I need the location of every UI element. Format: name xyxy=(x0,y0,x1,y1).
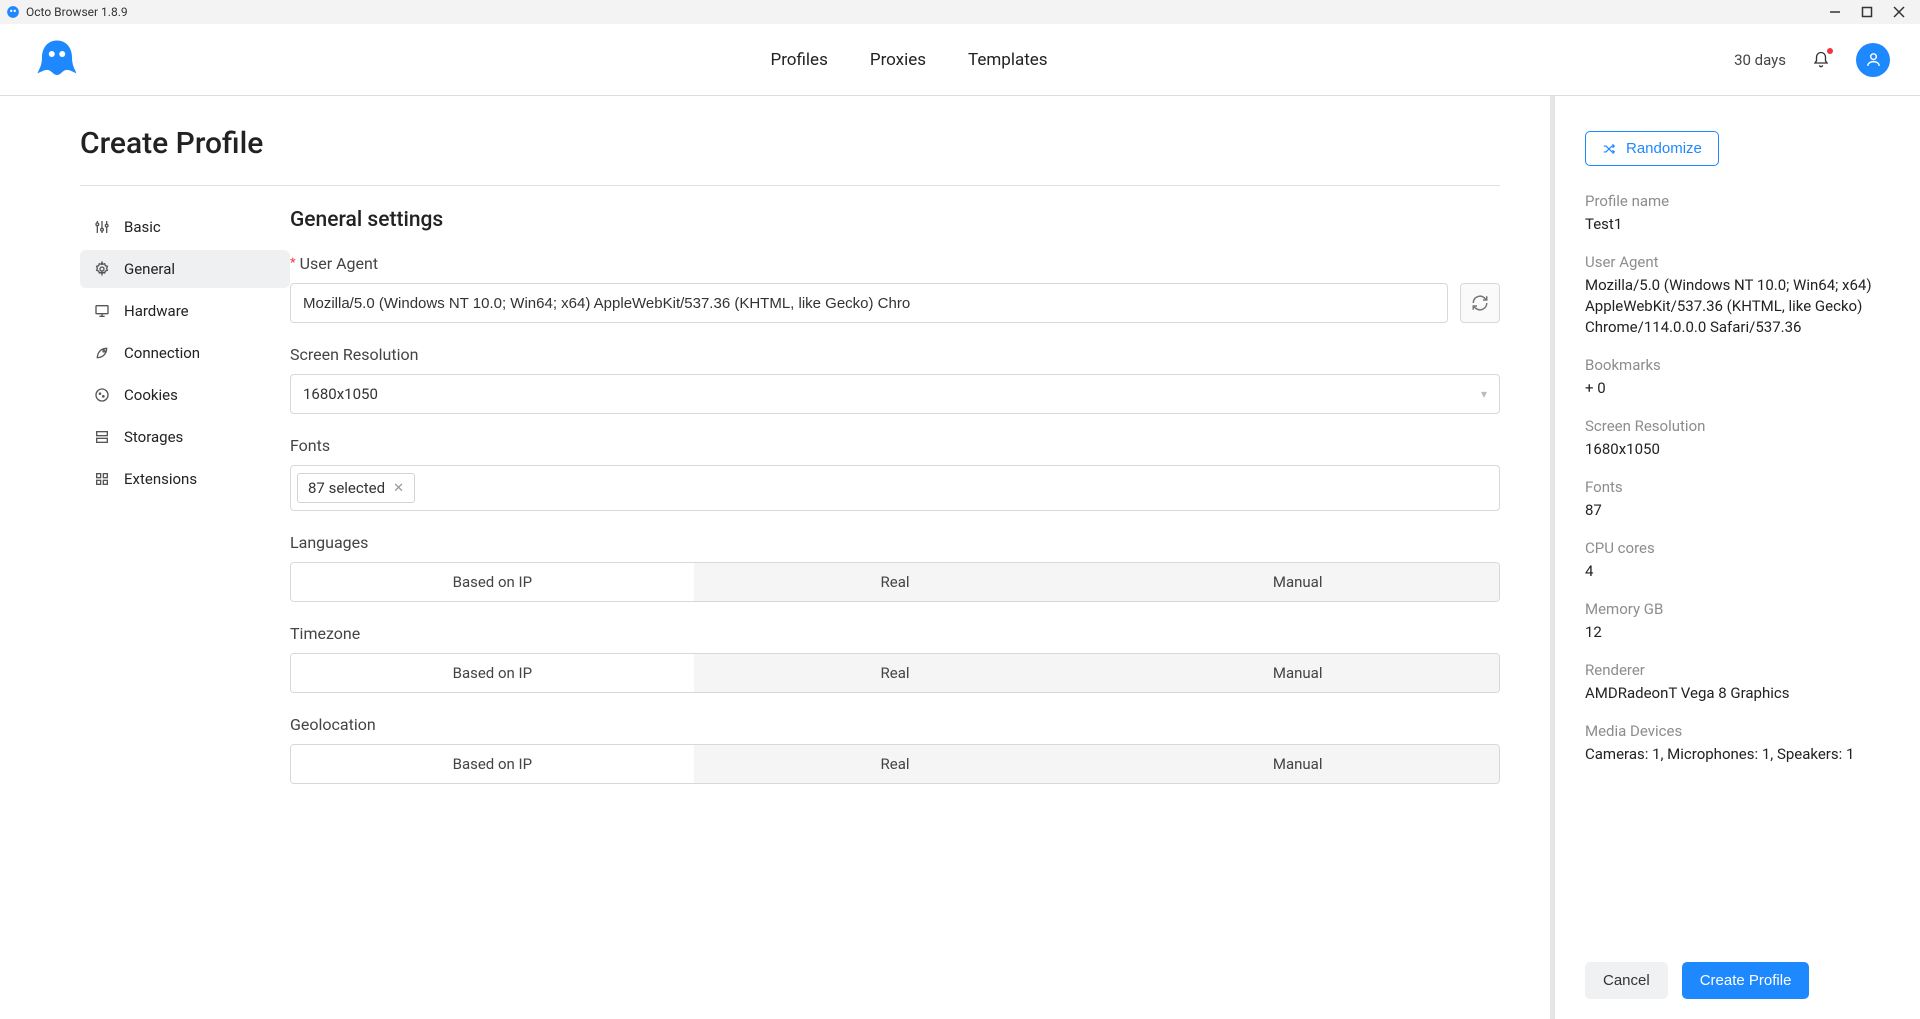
gear-icon xyxy=(94,261,110,277)
summary-label: Memory GB xyxy=(1585,600,1890,618)
geolocation-option-manual[interactable]: Manual xyxy=(1096,745,1499,783)
sidebar-item-connection[interactable]: Connection xyxy=(80,334,290,372)
sidebar-item-hardware[interactable]: Hardware xyxy=(80,292,290,330)
summary-user-agent: Mozilla/5.0 (Windows NT 10.0; Win64; x64… xyxy=(1585,275,1890,338)
sidebar-item-storages[interactable]: Storages xyxy=(80,418,290,456)
nav-profiles[interactable]: Profiles xyxy=(770,50,827,70)
logo xyxy=(30,36,84,84)
sliders-icon xyxy=(94,219,110,235)
select-value: 1680x1050 xyxy=(303,385,378,403)
summary-label: Bookmarks xyxy=(1585,356,1890,374)
sidebar-item-label: Cookies xyxy=(124,386,178,404)
languages-option-manual[interactable]: Manual xyxy=(1096,563,1499,601)
main-nav: Profiles Proxies Templates xyxy=(770,50,1047,70)
days-remaining: 30 days xyxy=(1734,51,1786,69)
summary-label: Media Devices xyxy=(1585,722,1890,740)
notification-dot-icon xyxy=(1827,48,1833,54)
nav-proxies[interactable]: Proxies xyxy=(870,50,926,70)
randomize-button[interactable]: Randomize xyxy=(1585,131,1719,166)
summary-label: Fonts xyxy=(1585,478,1890,496)
summary-label: Profile name xyxy=(1585,192,1890,210)
rocket-icon xyxy=(94,345,110,361)
languages-option-based-on-ip[interactable]: Based on IP xyxy=(291,563,694,601)
app-header: Profiles Proxies Templates 30 days xyxy=(0,24,1920,96)
sidebar-item-label: Connection xyxy=(124,344,200,362)
profile-summary-panel: Randomize Profile name Test1 User Agent … xyxy=(1555,96,1920,1019)
window-close-button[interactable] xyxy=(1892,5,1906,19)
summary-label: User Agent xyxy=(1585,253,1890,271)
screen-resolution-select[interactable]: 1680x1050 ▾ xyxy=(290,374,1500,414)
fonts-label: Fonts xyxy=(290,436,1500,455)
cancel-button[interactable]: Cancel xyxy=(1585,962,1668,999)
nav-templates[interactable]: Templates xyxy=(968,50,1048,70)
summary-renderer: AMDRadeonT Vega 8 Graphics xyxy=(1585,683,1890,704)
sidebar-item-label: General xyxy=(124,260,175,278)
summary-media-devices: Cameras: 1, Microphones: 1, Speakers: 1 xyxy=(1585,744,1890,765)
sidebar-item-extensions[interactable]: Extensions xyxy=(80,460,290,498)
required-icon: * xyxy=(290,256,296,271)
geolocation-segmented: Based on IP Real Manual xyxy=(290,744,1500,784)
window-titlebar: Octo Browser 1.8.9 xyxy=(0,0,1920,24)
languages-option-real[interactable]: Real xyxy=(694,563,1097,601)
user-agent-label: * User Agent xyxy=(290,254,1500,273)
tag-remove-button[interactable]: ✕ xyxy=(393,481,404,496)
summary-profile-name: Test1 xyxy=(1585,214,1890,235)
shuffle-icon xyxy=(1602,142,1616,156)
languages-label: Languages xyxy=(290,533,1500,552)
sidebar-item-general[interactable]: General xyxy=(80,250,290,288)
cookie-icon xyxy=(94,387,110,403)
summary-fonts: 87 xyxy=(1585,500,1890,521)
window-title: Octo Browser 1.8.9 xyxy=(26,5,128,19)
geolocation-label: Geolocation xyxy=(290,715,1500,734)
summary-screen-resolution: 1680x1050 xyxy=(1585,439,1890,460)
refresh-icon xyxy=(1471,294,1489,312)
timezone-segmented: Based on IP Real Manual xyxy=(290,653,1500,693)
sidebar-item-label: Basic xyxy=(124,218,161,236)
notifications-button[interactable] xyxy=(1812,51,1830,69)
settings-sidebar: Basic General Hardware Connection Cookie… xyxy=(80,208,290,806)
desktop-icon xyxy=(94,303,110,319)
summary-label: Screen Resolution xyxy=(1585,417,1890,435)
timezone-option-manual[interactable]: Manual xyxy=(1096,654,1499,692)
refresh-user-agent-button[interactable] xyxy=(1460,283,1500,323)
summary-cpu-cores: 4 xyxy=(1585,561,1890,582)
fonts-tag: 87 selected ✕ xyxy=(297,473,415,503)
geolocation-option-real[interactable]: Real xyxy=(694,745,1097,783)
create-profile-button[interactable]: Create Profile xyxy=(1682,962,1810,999)
timezone-option-based-on-ip[interactable]: Based on IP xyxy=(291,654,694,692)
app-icon xyxy=(6,5,20,19)
window-minimize-button[interactable] xyxy=(1828,5,1842,19)
summary-bookmarks: + 0 xyxy=(1585,378,1890,399)
summary-label: CPU cores xyxy=(1585,539,1890,557)
sidebar-item-label: Hardware xyxy=(124,302,189,320)
timezone-option-real[interactable]: Real xyxy=(694,654,1097,692)
timezone-label: Timezone xyxy=(290,624,1500,643)
grid-icon xyxy=(94,471,110,487)
general-settings-form: General settings * User Agent Screen Res… xyxy=(290,208,1500,806)
summary-memory: 12 xyxy=(1585,622,1890,643)
fonts-input[interactable]: 87 selected ✕ xyxy=(290,465,1500,511)
screen-resolution-label: Screen Resolution xyxy=(290,345,1500,364)
sidebar-item-basic[interactable]: Basic xyxy=(80,208,290,246)
user-agent-input[interactable] xyxy=(290,283,1448,323)
geolocation-option-based-on-ip[interactable]: Based on IP xyxy=(291,745,694,783)
account-button[interactable] xyxy=(1856,43,1890,77)
window-maximize-button[interactable] xyxy=(1860,5,1874,19)
chevron-down-icon: ▾ xyxy=(1481,387,1487,401)
storage-icon xyxy=(94,429,110,445)
sidebar-item-label: Extensions xyxy=(124,470,197,488)
page-title: Create Profile xyxy=(80,126,1500,186)
sidebar-item-label: Storages xyxy=(124,428,183,446)
sidebar-item-cookies[interactable]: Cookies xyxy=(80,376,290,414)
section-title: General settings xyxy=(290,208,1500,232)
languages-segmented: Based on IP Real Manual xyxy=(290,562,1500,602)
summary-label: Renderer xyxy=(1585,661,1890,679)
